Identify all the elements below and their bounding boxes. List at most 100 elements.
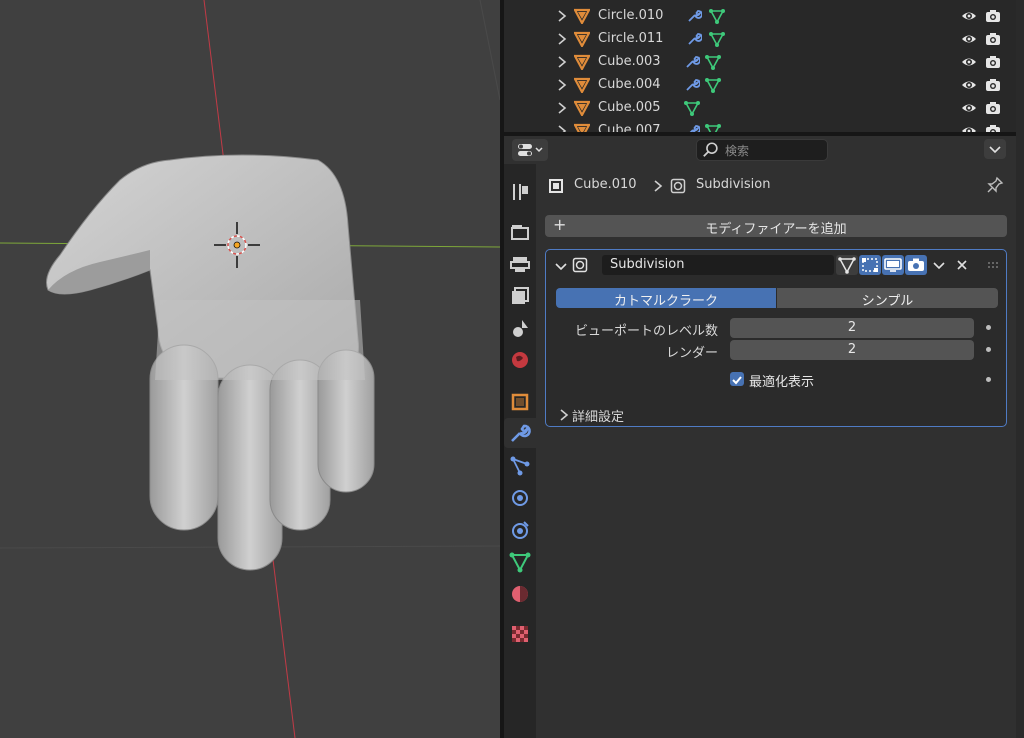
mesh-data-tab-icon[interactable] bbox=[508, 550, 532, 574]
mesh-data-icon[interactable] bbox=[705, 54, 721, 70]
chevron-right-icon[interactable] bbox=[556, 100, 568, 116]
wrench-icon[interactable] bbox=[684, 54, 700, 70]
physics-tab-icon[interactable] bbox=[508, 486, 532, 510]
wrench-icon[interactable] bbox=[684, 77, 700, 93]
mesh-object-icon bbox=[574, 31, 590, 47]
simple-option[interactable]: シンプル bbox=[777, 288, 998, 309]
window-edge bbox=[1016, 0, 1024, 738]
view-layer-tab-icon[interactable] bbox=[508, 284, 532, 308]
wrench-icon[interactable] bbox=[684, 123, 700, 132]
breadcrumb-object: Cube.010 bbox=[574, 177, 637, 192]
properties-editor[interactable]: 検索 Cube.010 Subdivision + モディファイアーを追加 Su… bbox=[504, 136, 1016, 738]
object-tab-icon[interactable] bbox=[508, 390, 532, 414]
on-cage-toggle[interactable] bbox=[836, 255, 858, 275]
mesh-data-icon[interactable] bbox=[709, 31, 725, 47]
eye-icon[interactable] bbox=[961, 123, 977, 132]
chevron-right-icon[interactable] bbox=[556, 8, 568, 24]
camera-icon[interactable] bbox=[985, 54, 1001, 70]
camera-icon[interactable] bbox=[985, 31, 1001, 47]
header-options-button[interactable] bbox=[984, 139, 1006, 159]
constraints-tab-icon[interactable] bbox=[508, 518, 532, 542]
outliner-row[interactable]: Cube.003 bbox=[504, 51, 1016, 74]
outliner-row[interactable]: Circle.011 bbox=[504, 28, 1016, 51]
outliner-item-name[interactable]: Cube.007 bbox=[598, 123, 661, 132]
subdivision-icon bbox=[670, 178, 686, 194]
modifier-name: Subdivision bbox=[610, 257, 685, 272]
editor-type-button[interactable] bbox=[512, 139, 548, 161]
simple-label: シンプル bbox=[861, 294, 914, 309]
outliner-item-name[interactable]: Circle.011 bbox=[598, 31, 663, 46]
outliner-row[interactable]: Cube.007 bbox=[504, 120, 1016, 132]
optimal-display-checkbox[interactable] bbox=[730, 372, 744, 386]
modifier-properties: Cube.010 Subdivision + モディファイアーを追加 Subdi… bbox=[536, 164, 1016, 738]
mesh-data-icon[interactable] bbox=[684, 100, 700, 116]
catmull-clark-option[interactable]: カトマルクラーク bbox=[556, 288, 776, 309]
outliner-item-name[interactable]: Cube.005 bbox=[598, 100, 661, 115]
scene-tab-icon[interactable] bbox=[508, 316, 532, 340]
tool-tab-icon[interactable] bbox=[508, 180, 532, 204]
animate-property-dot[interactable] bbox=[986, 347, 991, 352]
world-tab-icon[interactable] bbox=[508, 348, 532, 372]
viewport-display-toggle[interactable] bbox=[882, 255, 904, 275]
particles-tab-icon[interactable] bbox=[508, 454, 532, 478]
modifier-tab[interactable] bbox=[504, 418, 536, 448]
eye-icon[interactable] bbox=[961, 31, 977, 47]
mesh-object-icon bbox=[574, 77, 590, 93]
wrench-icon[interactable] bbox=[686, 8, 702, 24]
chevron-right-icon[interactable] bbox=[556, 123, 568, 132]
eye-icon[interactable] bbox=[961, 54, 977, 70]
checkmark-icon bbox=[732, 376, 742, 385]
animate-property-dot[interactable] bbox=[986, 325, 991, 330]
outliner-row[interactable]: Cube.005 bbox=[504, 97, 1016, 120]
properties-tabs bbox=[504, 164, 536, 738]
camera-icon[interactable] bbox=[985, 77, 1001, 93]
chevron-right-icon[interactable] bbox=[558, 407, 570, 423]
levels-viewport-field[interactable]: 2 bbox=[730, 318, 974, 338]
edit-mode-toggle[interactable] bbox=[859, 255, 881, 275]
optimal-display-label[interactable]: 最適化表示 bbox=[749, 371, 814, 390]
drag-handle-icon[interactable] bbox=[986, 257, 1002, 273]
properties-header: 検索 bbox=[504, 136, 1016, 164]
properties-editor-icon bbox=[518, 144, 543, 156]
camera-icon[interactable] bbox=[985, 123, 1001, 132]
outliner-item-name[interactable]: Cube.003 bbox=[598, 54, 661, 69]
close-icon[interactable] bbox=[954, 257, 970, 273]
pin-icon[interactable] bbox=[986, 176, 1004, 194]
outliner[interactable]: Circle.010 Circle.011 Cube.003 Cube.004 bbox=[504, 0, 1016, 132]
outliner-item-name[interactable]: Circle.010 bbox=[598, 8, 663, 23]
add-modifier-button[interactable]: + モディファイアーを追加 bbox=[545, 215, 1007, 237]
render-levels-value: 2 bbox=[847, 342, 857, 357]
wrench-icon[interactable] bbox=[686, 31, 702, 47]
render-toggle[interactable] bbox=[905, 255, 927, 275]
render-tab-icon[interactable] bbox=[508, 220, 532, 244]
object-icon bbox=[549, 179, 563, 193]
mesh-data-icon[interactable] bbox=[709, 8, 725, 24]
outliner-row[interactable]: Circle.010 bbox=[504, 5, 1016, 28]
eye-icon[interactable] bbox=[961, 77, 977, 93]
eye-icon[interactable] bbox=[961, 8, 977, 24]
camera-icon[interactable] bbox=[985, 8, 1001, 24]
search-field[interactable]: 検索 bbox=[696, 139, 828, 161]
mesh-data-icon[interactable] bbox=[705, 77, 721, 93]
material-tab-icon[interactable] bbox=[508, 582, 532, 606]
eye-icon[interactable] bbox=[961, 100, 977, 116]
outliner-item-name[interactable]: Cube.004 bbox=[598, 77, 661, 92]
chevron-right-icon[interactable] bbox=[556, 54, 568, 70]
output-tab-icon[interactable] bbox=[508, 252, 532, 276]
chevron-right-icon[interactable] bbox=[556, 77, 568, 93]
texture-tab-icon[interactable] bbox=[508, 622, 532, 646]
search-placeholder: 検索 bbox=[725, 144, 750, 158]
mesh-data-icon[interactable] bbox=[705, 123, 721, 132]
chevron-right-icon[interactable] bbox=[556, 31, 568, 47]
chevron-down-icon[interactable] bbox=[931, 257, 947, 273]
render-levels-field[interactable]: 2 bbox=[730, 340, 974, 360]
algorithm-selector: カトマルクラーク シンプル bbox=[556, 288, 998, 309]
animate-property-dot[interactable] bbox=[986, 377, 991, 382]
3d-viewport[interactable] bbox=[0, 0, 500, 738]
collapse-chevron-icon[interactable] bbox=[553, 258, 569, 274]
advanced-subpanel-header[interactable]: 詳細設定 bbox=[572, 406, 624, 425]
camera-icon[interactable] bbox=[985, 100, 1001, 116]
add-modifier-label: モディファイアーを追加 bbox=[705, 222, 847, 237]
outliner-row[interactable]: Cube.004 bbox=[504, 74, 1016, 97]
modifier-name-field[interactable]: Subdivision bbox=[602, 255, 834, 275]
